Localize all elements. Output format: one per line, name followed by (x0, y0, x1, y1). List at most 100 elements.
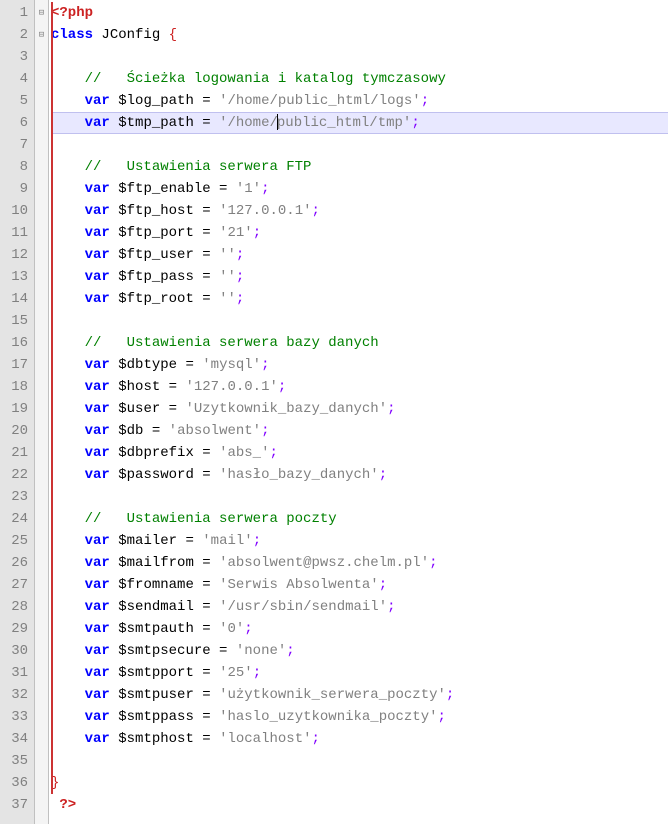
line-number: 37 (2, 794, 28, 816)
code-line (51, 46, 668, 68)
fold-marker[interactable] (35, 508, 48, 530)
line-number: 14 (2, 288, 28, 310)
fold-marker[interactable] (35, 244, 48, 266)
fold-marker[interactable] (35, 750, 48, 772)
line-number: 8 (2, 156, 28, 178)
code-line: var $host = '127.0.0.1'; (51, 376, 668, 398)
line-number: 6 (2, 112, 28, 134)
fold-marker[interactable] (35, 442, 48, 464)
line-number: 23 (2, 486, 28, 508)
line-number: 25 (2, 530, 28, 552)
fold-marker[interactable] (35, 662, 48, 684)
fold-marker[interactable] (35, 772, 48, 794)
line-number-gutter: 1234567891011121314151617181920212223242… (0, 0, 35, 824)
line-number: 10 (2, 200, 28, 222)
code-line (51, 750, 668, 772)
code-line: // Ustawienia serwera bazy danych (51, 332, 668, 354)
line-number: 2 (2, 24, 28, 46)
fold-marker[interactable] (35, 464, 48, 486)
fold-marker[interactable] (35, 200, 48, 222)
code-line-highlighted: var $tmp_path = '/home/public_html/tmp'; (51, 112, 668, 134)
fold-marker[interactable] (35, 68, 48, 90)
code-line: class JConfig { (51, 24, 668, 46)
line-number: 24 (2, 508, 28, 530)
code-line: // Ścieżka logowania i katalog tymczasow… (51, 68, 668, 90)
line-number: 21 (2, 442, 28, 464)
fold-marker[interactable] (35, 618, 48, 640)
fold-marker[interactable] (35, 310, 48, 332)
code-line: var $dbtype = 'mysql'; (51, 354, 668, 376)
code-line: // Ustawienia serwera poczty (51, 508, 668, 530)
fold-marker[interactable]: ⊟ (35, 2, 48, 24)
fold-marker[interactable]: ⊟ (35, 24, 48, 46)
code-line: var $log_path = '/home/public_html/logs'… (51, 90, 668, 112)
code-area[interactable]: <?php class JConfig { // Ścieżka logowan… (49, 0, 668, 824)
code-line: <?php (51, 2, 668, 24)
code-line: var $mailer = 'mail'; (51, 530, 668, 552)
code-line: var $ftp_host = '127.0.0.1'; (51, 200, 668, 222)
line-number: 18 (2, 376, 28, 398)
fold-marker[interactable] (35, 530, 48, 552)
fold-marker[interactable] (35, 332, 48, 354)
code-line: } (51, 772, 668, 794)
fold-marker[interactable] (35, 640, 48, 662)
line-number: 26 (2, 552, 28, 574)
code-line: var $smtpauth = '0'; (51, 618, 668, 640)
code-line: var $ftp_user = ''; (51, 244, 668, 266)
fold-marker[interactable] (35, 288, 48, 310)
code-line: // Ustawienia serwera FTP (51, 156, 668, 178)
fold-marker[interactable] (35, 728, 48, 750)
line-number: 20 (2, 420, 28, 442)
line-number: 29 (2, 618, 28, 640)
line-number: 12 (2, 244, 28, 266)
fold-marker[interactable] (35, 486, 48, 508)
code-line: ?> (51, 794, 668, 816)
fold-marker[interactable] (35, 574, 48, 596)
fold-marker[interactable] (35, 684, 48, 706)
fold-gutter: ⊟⊟ (35, 0, 49, 824)
line-number: 5 (2, 90, 28, 112)
code-line: var $smtpuser = 'użytkownik_serwera_pocz… (51, 684, 668, 706)
line-number: 28 (2, 596, 28, 618)
code-line: var $ftp_port = '21'; (51, 222, 668, 244)
fold-marker[interactable] (35, 398, 48, 420)
line-number: 1 (2, 2, 28, 24)
code-line: var $db = 'absolwent'; (51, 420, 668, 442)
line-number: 7 (2, 134, 28, 156)
fold-marker[interactable] (35, 794, 48, 816)
code-line: var $ftp_enable = '1'; (51, 178, 668, 200)
code-line: var $password = 'hasło_bazy_danych'; (51, 464, 668, 486)
fold-marker[interactable] (35, 178, 48, 200)
fold-marker[interactable] (35, 376, 48, 398)
line-number: 30 (2, 640, 28, 662)
fold-marker[interactable] (35, 354, 48, 376)
code-line (51, 310, 668, 332)
line-number: 17 (2, 354, 28, 376)
line-number: 22 (2, 464, 28, 486)
code-line: var $fromname = 'Serwis Absolwenta'; (51, 574, 668, 596)
fold-marker[interactable] (35, 46, 48, 68)
fold-marker[interactable] (35, 552, 48, 574)
fold-marker[interactable] (35, 420, 48, 442)
line-number: 9 (2, 178, 28, 200)
code-line: var $smtppass = 'haslo_uzytkownika_poczt… (51, 706, 668, 728)
fold-marker[interactable] (35, 90, 48, 112)
code-line: var $sendmail = '/usr/sbin/sendmail'; (51, 596, 668, 618)
fold-marker[interactable] (35, 266, 48, 288)
code-line: var $ftp_root = ''; (51, 288, 668, 310)
code-line: var $dbprefix = 'abs_'; (51, 442, 668, 464)
fold-marker[interactable] (35, 134, 48, 156)
fold-marker[interactable] (35, 112, 48, 134)
fold-marker[interactable] (35, 706, 48, 728)
fold-marker[interactable] (35, 596, 48, 618)
code-line: var $mailfrom = 'absolwent@pwsz.chelm.pl… (51, 552, 668, 574)
line-number: 36 (2, 772, 28, 794)
line-number: 34 (2, 728, 28, 750)
line-number: 31 (2, 662, 28, 684)
fold-marker[interactable] (35, 222, 48, 244)
fold-marker[interactable] (35, 156, 48, 178)
line-number: 4 (2, 68, 28, 90)
code-line: var $smtpport = '25'; (51, 662, 668, 684)
code-line: var $user = 'Uzytkownik_bazy_danych'; (51, 398, 668, 420)
line-number: 32 (2, 684, 28, 706)
